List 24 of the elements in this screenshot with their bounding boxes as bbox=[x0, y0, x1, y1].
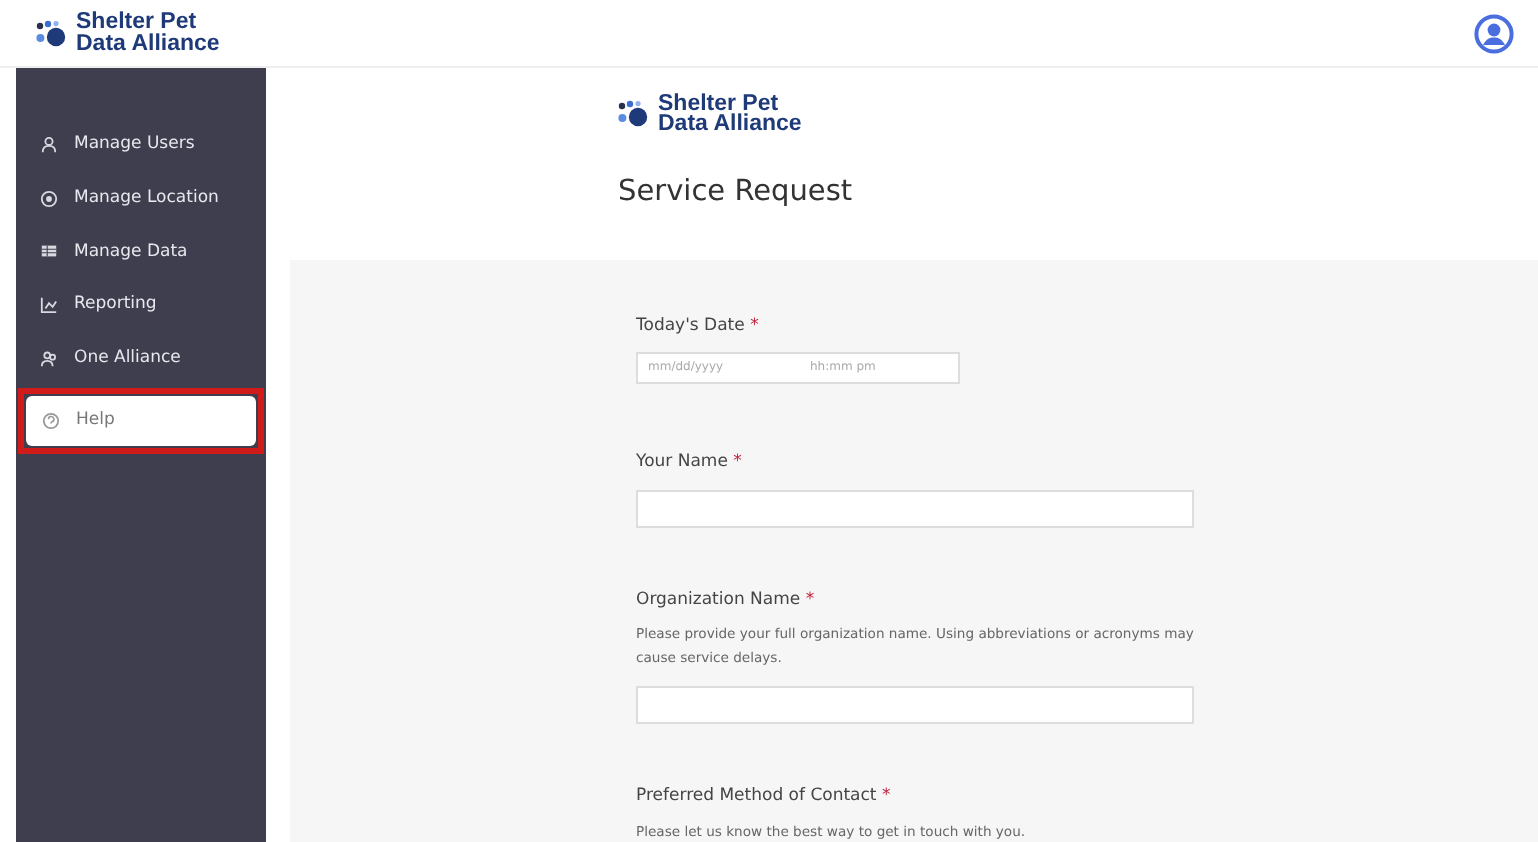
location-icon bbox=[40, 189, 58, 208]
text-input[interactable] bbox=[636, 489, 1194, 527]
logo-text: Shelter Pet Data Alliance bbox=[658, 94, 802, 136]
sidebar-item[interactable]: Manage Location bbox=[24, 173, 274, 223]
field-label: Your Name * bbox=[636, 449, 744, 475]
logo-dots-icon bbox=[618, 100, 650, 129]
help-icon bbox=[42, 411, 60, 430]
sidebar-item[interactable]: Reporting bbox=[24, 280, 274, 330]
chart-icon bbox=[40, 296, 58, 315]
field-label: Organization Name * bbox=[636, 587, 817, 613]
person-icon bbox=[40, 135, 58, 154]
field-label: Today's Date * bbox=[636, 314, 761, 340]
grid-icon bbox=[40, 242, 58, 261]
field-label: Preferred Method of Contact * bbox=[636, 784, 893, 810]
page-title: Service Request bbox=[618, 173, 855, 212]
sidebar-item[interactable]: One Alliance bbox=[24, 334, 274, 384]
user-avatar-icon[interactable] bbox=[1474, 13, 1514, 53]
sidebar-item[interactable]: Manage Users bbox=[24, 120, 274, 170]
logo-dots-icon bbox=[36, 19, 68, 47]
sidebar-item[interactable]: Manage Data bbox=[24, 227, 274, 277]
sidebar-item[interactable]: Help bbox=[26, 395, 256, 445]
text-input[interactable] bbox=[636, 686, 1194, 725]
logo-text: Shelter Pet Data Alliance bbox=[76, 12, 220, 54]
people-icon bbox=[40, 349, 58, 368]
